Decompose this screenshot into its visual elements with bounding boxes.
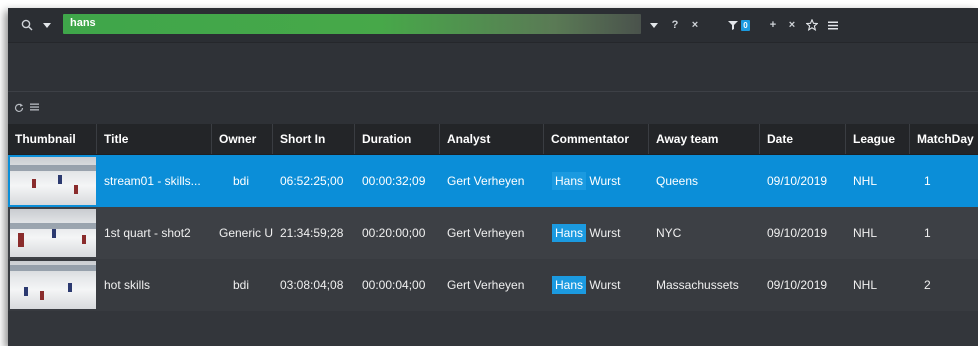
column-header-analyst[interactable]: Analyst — [440, 124, 544, 154]
matchday-cell: 2 — [924, 278, 931, 292]
video-thumbnail — [10, 157, 96, 205]
column-header-title[interactable]: Title — [97, 124, 212, 154]
title-cell: 1st quart - shot2 — [104, 226, 191, 240]
menu-icon — [30, 103, 39, 111]
media-browser-panel: hans ? × 0 + × Thumbnail Title Owner Sho… — [8, 8, 978, 346]
date-cell: 09/10/2019 — [767, 226, 828, 240]
search-input-value: hans — [70, 17, 96, 29]
search-menu-button[interactable] — [827, 16, 839, 34]
column-header-thumbnail[interactable]: Thumbnail — [8, 124, 97, 154]
away-team-cell: NYC — [656, 226, 682, 240]
league-cell: NHL — [853, 226, 878, 240]
table-row[interactable]: 1st quart - shot2 Generic Us 21:34:59;28… — [8, 207, 978, 259]
video-thumbnail — [10, 261, 96, 309]
search-match-highlight: Hans — [552, 172, 587, 190]
owner-cell: bdi — [233, 174, 250, 188]
league-cell: NHL — [853, 278, 878, 292]
commentator-cell: Hans Wurst — [544, 207, 649, 259]
date-cell: 09/10/2019 — [767, 278, 828, 292]
commentator-cell: Hans Wurst — [544, 155, 649, 207]
commentator-last-name: Wurst — [589, 278, 621, 292]
thumbnail-cell — [8, 155, 97, 207]
duration-cell: 00:00:32;09 — [362, 174, 426, 188]
caret-down-icon — [43, 23, 51, 28]
matchday-cell: 1 — [924, 174, 931, 188]
search-toolbar: hans ? × 0 + × — [8, 8, 978, 43]
analyst-cell: Gert Verheyen — [447, 226, 525, 240]
matchday-cell: 1 — [924, 226, 931, 240]
grid-menu-button[interactable] — [30, 103, 39, 114]
short-in-cell: 21:34:59;28 — [280, 226, 344, 240]
column-header-duration[interactable]: Duration — [355, 124, 440, 154]
search-match-highlight: Hans — [552, 276, 587, 294]
duration-cell: 00:00:04;00 — [362, 278, 426, 292]
table-row[interactable]: hot skills bdi 03:08:04;08 00:00:04;00 G… — [8, 259, 978, 311]
column-header-away-team[interactable]: Away team — [649, 124, 760, 154]
star-icon — [806, 19, 818, 31]
thumbnail-cell — [8, 207, 97, 259]
owner-cell: bdi — [233, 278, 250, 292]
away-team-cell: Massachussets — [656, 278, 739, 292]
video-thumbnail — [10, 209, 96, 257]
short-in-cell: 03:08:04;08 — [280, 278, 344, 292]
title-cell: stream01 - skills... — [104, 174, 201, 188]
away-team-cell: Queens — [656, 174, 699, 188]
grid-toolbar — [8, 92, 978, 124]
search-match-highlight: Hans — [552, 224, 587, 242]
column-header-owner[interactable]: Owner — [212, 124, 273, 154]
refresh-icon — [14, 103, 24, 113]
search-input[interactable]: hans — [63, 14, 641, 34]
title-cell: hot skills — [104, 278, 151, 292]
column-header-matchday[interactable]: MatchDay — [910, 124, 978, 154]
owner-cell: Generic Us — [219, 226, 273, 240]
caret-down-icon — [650, 23, 658, 28]
column-header-short-in[interactable]: Short In — [273, 124, 355, 154]
table-row[interactable]: stream01 - skills... bdi 06:52:25;00 00:… — [8, 155, 978, 207]
column-header-date[interactable]: Date — [760, 124, 846, 154]
add-filter-button[interactable]: + — [768, 16, 778, 34]
help-button[interactable]: ? — [670, 16, 680, 34]
filter-button[interactable]: 0 — [728, 16, 760, 34]
favorite-button[interactable] — [805, 16, 819, 34]
table-header: Thumbnail Title Owner Short In Duration … — [8, 124, 978, 155]
league-cell: NHL — [853, 174, 878, 188]
short-in-cell: 06:52:25;00 — [280, 174, 344, 188]
filter-count-badge: 0 — [741, 19, 750, 31]
clear-search-button[interactable]: × — [690, 16, 700, 34]
column-header-commentator[interactable]: Commentator — [544, 124, 649, 154]
commentator-last-name: Wurst — [589, 226, 621, 240]
analyst-cell: Gert Verheyen — [447, 278, 525, 292]
column-header-league[interactable]: League — [846, 124, 910, 154]
secondary-toolbar — [8, 43, 978, 92]
analyst-cell: Gert Verheyen — [447, 174, 525, 188]
table-empty-area — [8, 311, 978, 346]
commentator-cell: Hans Wurst — [544, 259, 649, 311]
remove-filter-button[interactable]: × — [787, 16, 797, 34]
duration-cell: 00:20:00;00 — [362, 226, 426, 240]
date-cell: 09/10/2019 — [767, 174, 828, 188]
search-options-dropdown[interactable] — [648, 16, 660, 34]
search-mode-dropdown[interactable] — [41, 16, 53, 34]
thumbnail-cell — [8, 259, 97, 311]
refresh-button[interactable] — [14, 103, 24, 116]
menu-icon — [828, 21, 838, 29]
search-icon[interactable] — [20, 16, 34, 34]
filter-icon — [728, 21, 738, 30]
commentator-last-name: Wurst — [589, 174, 621, 188]
